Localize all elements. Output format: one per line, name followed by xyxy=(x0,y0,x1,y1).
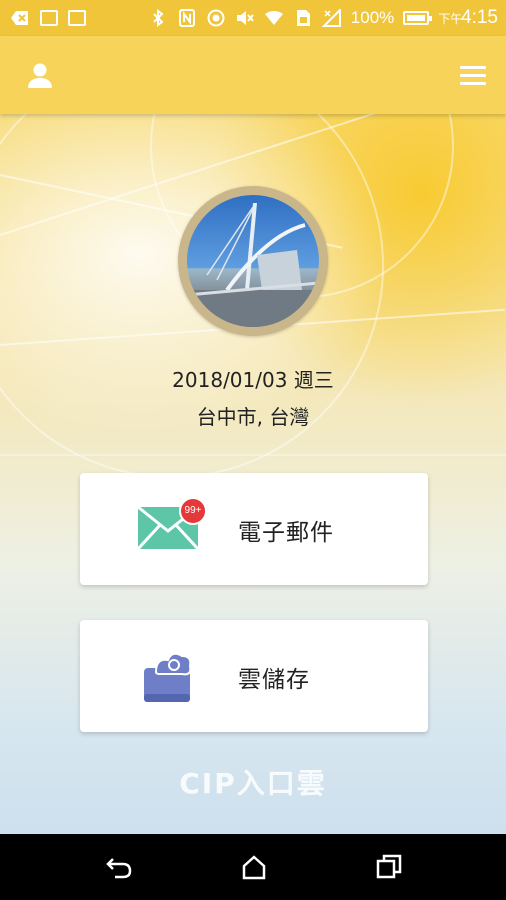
battery-icon xyxy=(403,11,433,25)
bluetooth-icon xyxy=(153,9,164,27)
battery-percent: 100% xyxy=(350,8,395,27)
email-label: 電子郵件 xyxy=(238,520,334,546)
menu-icon[interactable] xyxy=(460,66,486,86)
date-text: 2018/01/03 週三 xyxy=(172,368,334,392)
recent-apps-icon[interactable] xyxy=(375,853,403,881)
avatar[interactable] xyxy=(178,186,328,336)
home-icon[interactable] xyxy=(240,853,268,881)
cloud-storage-card[interactable]: 雲儲存 xyxy=(80,620,428,732)
avatar-photo xyxy=(187,195,319,327)
back-icon[interactable] xyxy=(105,853,133,881)
mute-icon xyxy=(236,11,254,25)
sim-icon xyxy=(296,10,310,26)
email-card[interactable]: 99+ 電子郵件 xyxy=(80,473,428,585)
code-icon xyxy=(68,10,86,26)
notification-icon xyxy=(11,11,28,25)
target-icon xyxy=(207,9,225,27)
code-icon xyxy=(40,10,58,26)
navigation-bar xyxy=(0,834,506,900)
wifi-icon xyxy=(264,11,283,25)
cloud-storage-label: 雲儲存 xyxy=(238,667,310,693)
unread-badge: 99+ xyxy=(179,497,207,525)
brand-logo: CIP入口雲 xyxy=(179,767,327,800)
decorative-line xyxy=(0,454,506,456)
cloud-storage-icon xyxy=(144,652,192,702)
time-prefix: 下午 xyxy=(438,12,463,26)
status-bar: 100% 下午 4:15 xyxy=(0,0,506,36)
user-icon[interactable] xyxy=(26,62,54,90)
clock: 4:15 xyxy=(461,7,498,28)
nfc-icon xyxy=(178,9,195,27)
signal-icon xyxy=(321,9,341,27)
main-content: 2018/01/03 週三 台中市, 台灣 99+ 電子郵件 雲儲存 CIP入口… xyxy=(0,114,506,834)
app-bar xyxy=(0,36,506,114)
location-text: 台中市, 台灣 xyxy=(196,405,310,429)
